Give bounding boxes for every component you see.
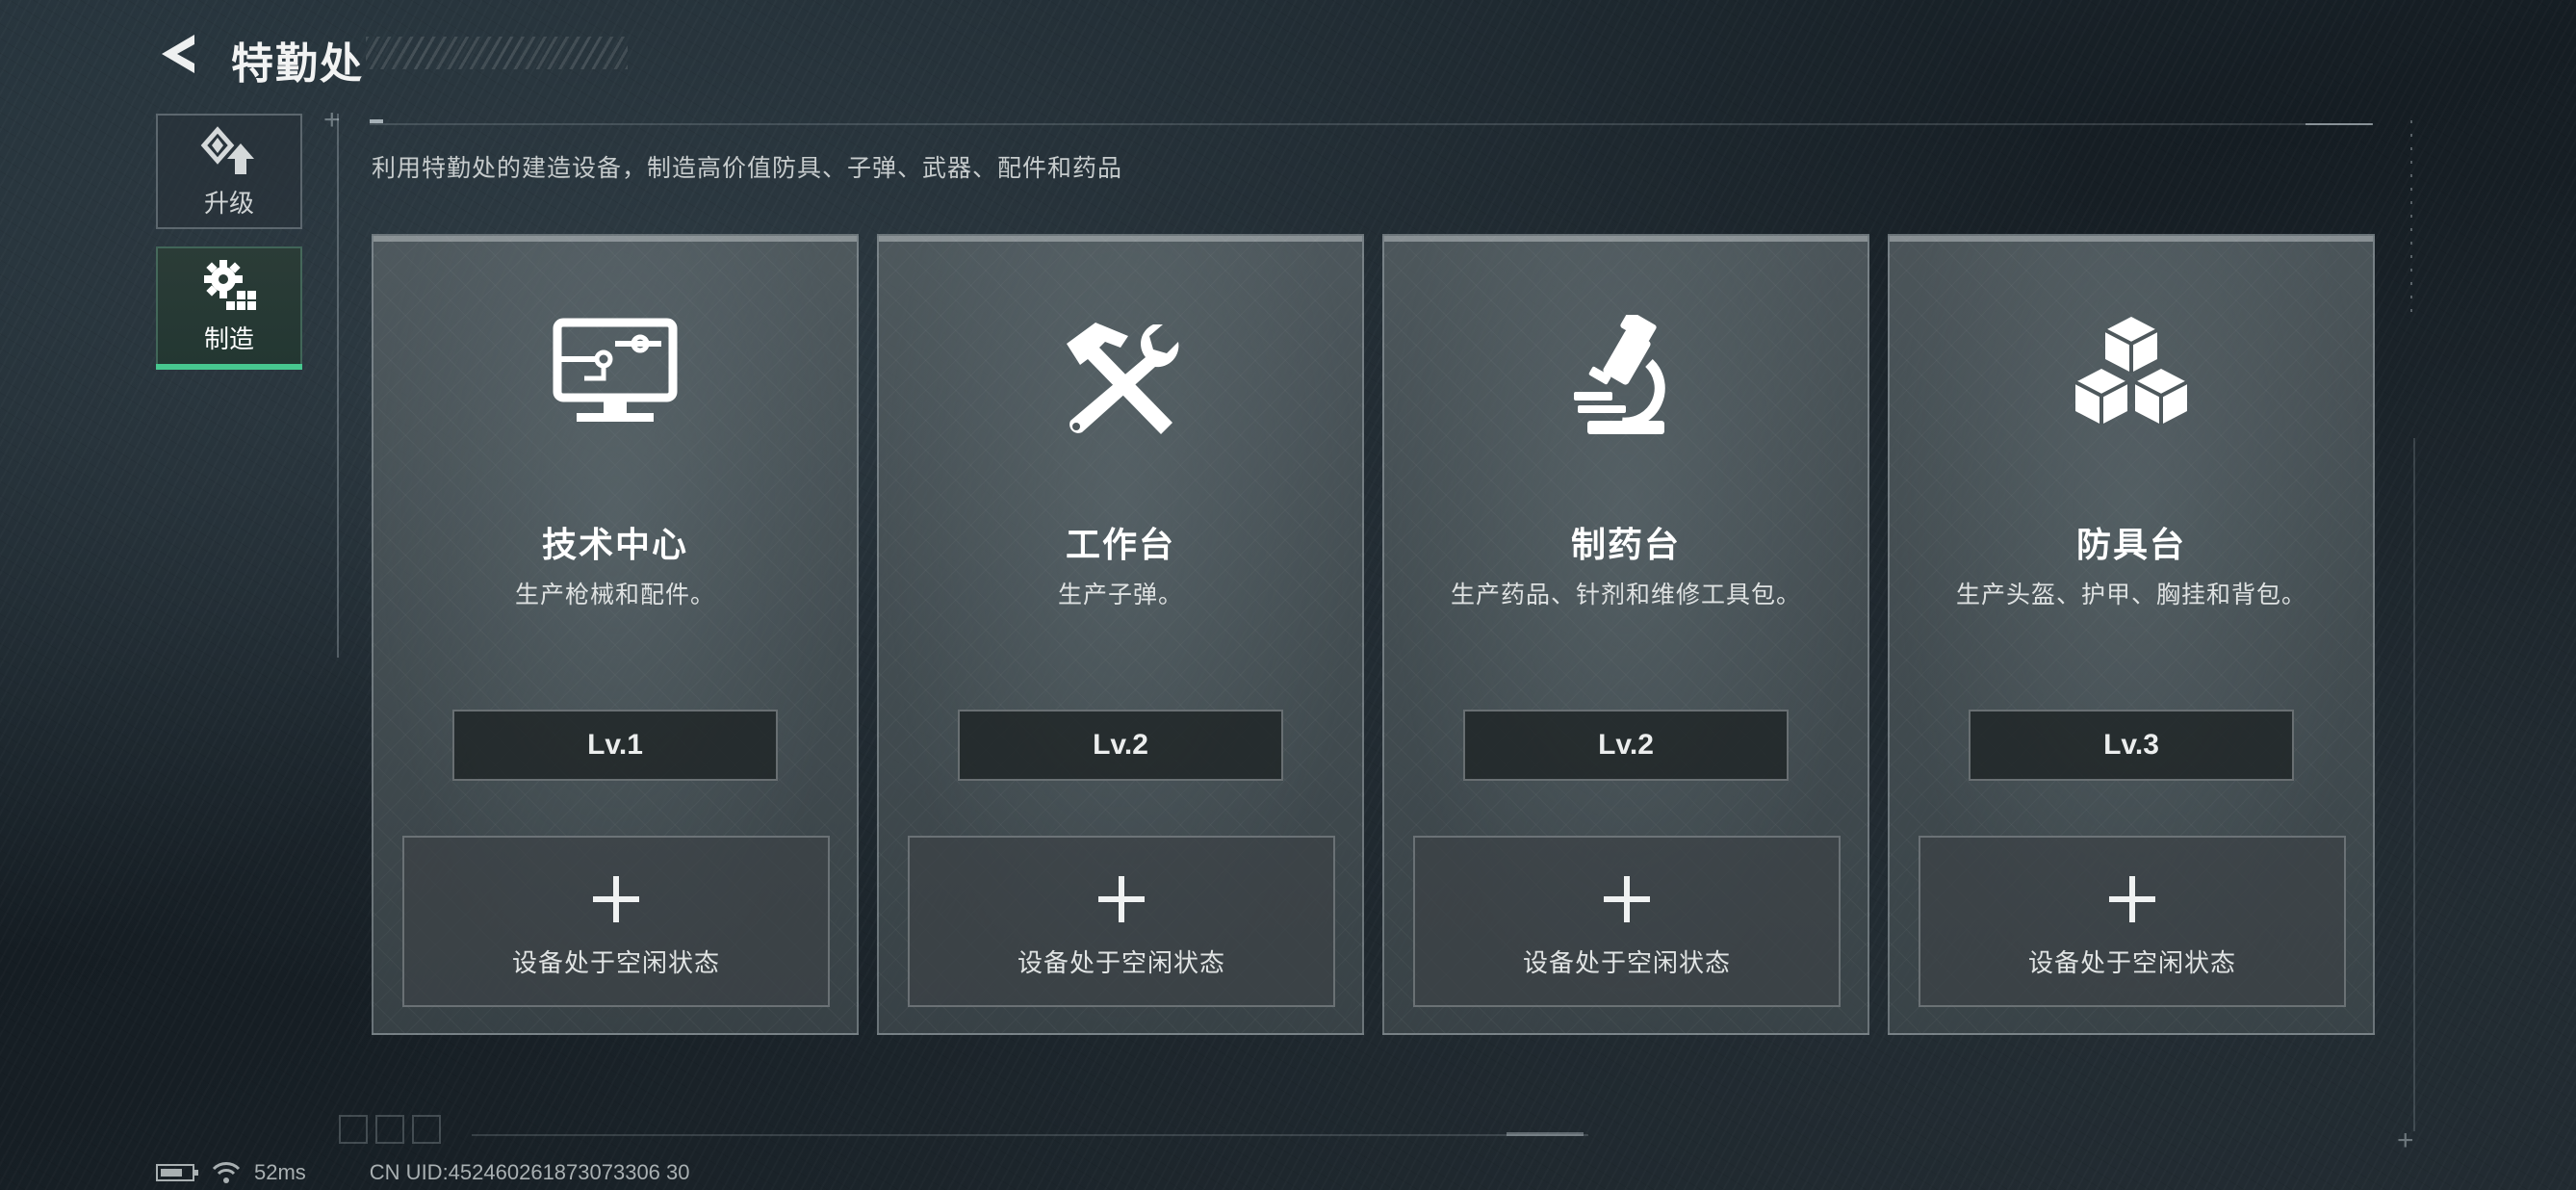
title-hatch-decoration <box>366 37 628 69</box>
card-title: 工作台 <box>1065 525 1175 564</box>
footer-rule <box>472 1134 1588 1136</box>
tab-craft-label: 制造 <box>203 323 254 353</box>
plus-icon <box>2109 876 2155 922</box>
page-description: 利用特勤处的建造设备，制造高价值防具、子弹、武器、配件和药品 <box>372 155 1123 182</box>
footer-square <box>412 1115 441 1144</box>
add-production-button[interactable]: 设备处于空闲状态 <box>402 836 830 1007</box>
card-icon-wrapper <box>1890 315 2373 440</box>
card-top-accent <box>374 236 857 242</box>
footer-square <box>339 1115 368 1144</box>
level-badge: Lv.3 <box>1969 710 2294 781</box>
ping-readout: 52ms <box>254 1160 306 1184</box>
footer-decoration <box>339 1115 449 1149</box>
card-icon-wrapper <box>879 315 1362 440</box>
uid-readout: CN UID:452460261873073306 30 <box>369 1160 690 1184</box>
footer-rule-accent <box>1507 1132 1584 1136</box>
page-title: 特勤处 <box>231 40 364 88</box>
facility-card-tech-center[interactable]: 技术中心 生产枪械和配件。 Lv.1 设备处于空闲状态 <box>372 234 859 1035</box>
card-description: 生产枪械和配件。 <box>514 582 715 608</box>
card-description: 生产药品、针剂和维修工具包。 <box>1450 582 1801 608</box>
card-top-accent <box>1384 236 1868 242</box>
tab-craft[interactable]: 制造 <box>156 246 302 370</box>
add-production-button[interactable]: 设备处于空闲状态 <box>1919 836 2346 1007</box>
back-button[interactable] <box>154 29 204 79</box>
card-icon-wrapper <box>374 315 857 440</box>
wifi-icon <box>212 1162 241 1183</box>
header-rule-accent <box>2306 123 2373 125</box>
add-production-button[interactable]: 设备处于空闲状态 <box>908 836 1335 1007</box>
plus-icon <box>1604 876 1650 922</box>
tab-upgrade[interactable]: 升级 <box>156 114 302 229</box>
right-rail-decoration <box>2413 438 2415 1131</box>
right-rail-decoration <box>2410 120 2412 323</box>
status-text: 设备处于空闲状态 <box>511 948 720 977</box>
level-badge: Lv.2 <box>958 710 1283 781</box>
card-top-accent <box>1890 236 2373 242</box>
gear-grid-icon <box>204 259 256 310</box>
monitor-circuit-icon <box>553 318 678 422</box>
upgrade-icon <box>200 125 254 174</box>
stacked-cubes-icon <box>2074 317 2188 425</box>
back-arrow-icon <box>162 35 194 73</box>
corner-cross-decoration: + <box>323 104 341 136</box>
level-badge: Lv.2 <box>1463 710 1789 781</box>
status-bar: 52ms CN UID:452460261873073306 30 <box>156 1160 690 1185</box>
status-text: 设备处于空闲状态 <box>2027 948 2236 977</box>
tab-upgrade-label: 升级 <box>203 188 254 218</box>
card-top-accent <box>879 236 1362 242</box>
plus-icon <box>1098 876 1145 922</box>
card-icon-wrapper <box>1384 315 1868 440</box>
add-production-button[interactable]: 设备处于空闲状态 <box>1413 836 1841 1007</box>
header-rule-tick <box>370 119 383 123</box>
microscope-icon <box>1574 315 1665 434</box>
card-title: 技术中心 <box>541 525 688 564</box>
facility-card-armor-bench[interactable]: 防具台 生产头盔、护甲、胸挂和背包。 Lv.3 设备处于空闲状态 <box>1888 234 2375 1035</box>
battery-icon <box>156 1164 198 1181</box>
corner-cross-decoration: + <box>2397 1125 2414 1156</box>
facility-card-pharmacy[interactable]: 制药台 生产药品、针剂和维修工具包。 Lv.2 设备处于空闲状态 <box>1382 234 1869 1035</box>
status-text: 设备处于空闲状态 <box>1522 948 1731 977</box>
header-rule <box>370 123 2372 125</box>
hammer-wrench-icon <box>1067 323 1179 434</box>
frame-divider <box>337 114 339 658</box>
footer-square <box>375 1115 404 1144</box>
facility-card-workbench[interactable]: 工作台 生产子弹。 Lv.2 设备处于空闲状态 <box>877 234 1364 1035</box>
level-badge: Lv.1 <box>452 710 778 781</box>
card-title: 防具台 <box>2075 525 2186 564</box>
card-description: 生产子弹。 <box>1057 582 1183 608</box>
card-title: 制药台 <box>1570 525 1681 564</box>
plus-icon <box>593 876 639 922</box>
active-tab-indicator <box>156 364 302 370</box>
status-text: 设备处于空闲状态 <box>1017 948 1225 977</box>
card-description: 生产头盔、护甲、胸挂和背包。 <box>1955 582 2306 608</box>
